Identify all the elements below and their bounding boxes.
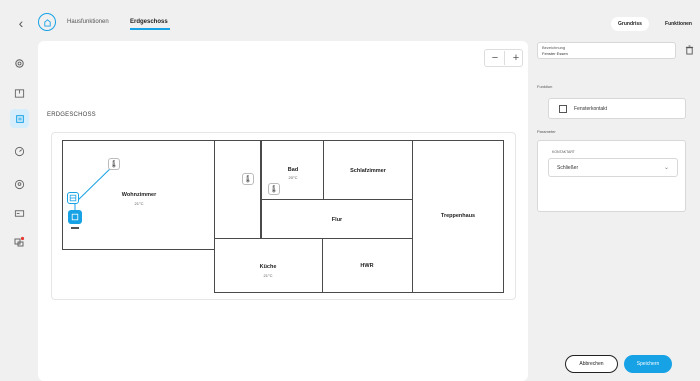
active-tab-indicator (130, 28, 170, 30)
home-icon[interactable] (38, 13, 56, 31)
room-label-bad: Bad (287, 167, 299, 173)
back-icon[interactable]: ‹ (14, 15, 28, 31)
window-symbol (71, 227, 79, 229)
room-label-treppenhaus: Treppenhaus (440, 213, 476, 219)
zoom-in-button[interactable]: + (510, 51, 522, 65)
zoom-divider (504, 51, 505, 65)
thermostat-icon[interactable]: 🌡 (242, 173, 254, 185)
contact-type-value: Schließer (557, 165, 579, 171)
function-value: Fensterkontakt (574, 106, 608, 112)
tab-hausfunktionen[interactable]: Hausfunktionen (67, 19, 109, 25)
thermostat-icon[interactable]: 🌡 (268, 183, 280, 195)
room-label-hwr: HWR (360, 263, 374, 269)
toggle-grundriss[interactable]: Grundriss (611, 17, 649, 31)
function-field[interactable]: Fensterkontakt (548, 98, 686, 119)
room-temp-kueche: 21°C (263, 273, 273, 278)
room-label-schlafzimmer: Schlafzimmer (350, 168, 386, 174)
screen-icon[interactable] (9, 203, 29, 223)
thermostat-icon[interactable]: 🌡 (108, 158, 120, 170)
room-label-flur: Flur (331, 217, 343, 223)
toggle-funktionen[interactable]: Funktionen (657, 17, 700, 31)
name-value: Fenster Essen (542, 51, 568, 56)
list-icon[interactable] (10, 109, 29, 128)
name-label: Bezeichnung (542, 45, 566, 50)
params-card: KONTAKTART Schließer ⌄ (537, 140, 686, 212)
room-label-kueche: Küche (259, 264, 277, 270)
selected-window-icon[interactable] (68, 210, 82, 224)
function-label: Funktion (537, 84, 553, 89)
name-field[interactable]: Bezeichnung Fenster Essen (537, 42, 676, 59)
zoom-out-button[interactable]: − (489, 51, 501, 65)
network-alert-icon[interactable] (9, 232, 29, 252)
floor-title: ERDGESCHOSS (47, 112, 96, 118)
save-button[interactable]: Speichern (624, 355, 672, 373)
room-temp-bad: 20°C (288, 175, 298, 180)
cancel-button[interactable]: Abbrechen (565, 355, 618, 373)
gauge-icon[interactable] (9, 141, 29, 161)
tab-erdgeschoss[interactable]: Erdgeschoss (130, 19, 168, 25)
chevron-down-icon: ⌄ (663, 165, 669, 171)
room-temp-wohnzimmer: 21°C (134, 201, 144, 206)
window-contact-icon (559, 105, 567, 113)
trash-icon[interactable] (683, 43, 695, 57)
sidebar (0, 0, 38, 381)
params-label: Parameter (537, 129, 556, 134)
location-icon[interactable] (9, 174, 29, 194)
floorplan-icon[interactable] (9, 83, 29, 103)
contact-type-select[interactable]: Schließer ⌄ (548, 158, 678, 177)
contact-type-label: KONTAKTART (552, 150, 575, 154)
window-contact-icon[interactable] (67, 192, 79, 204)
settings-icon[interactable] (9, 53, 29, 73)
